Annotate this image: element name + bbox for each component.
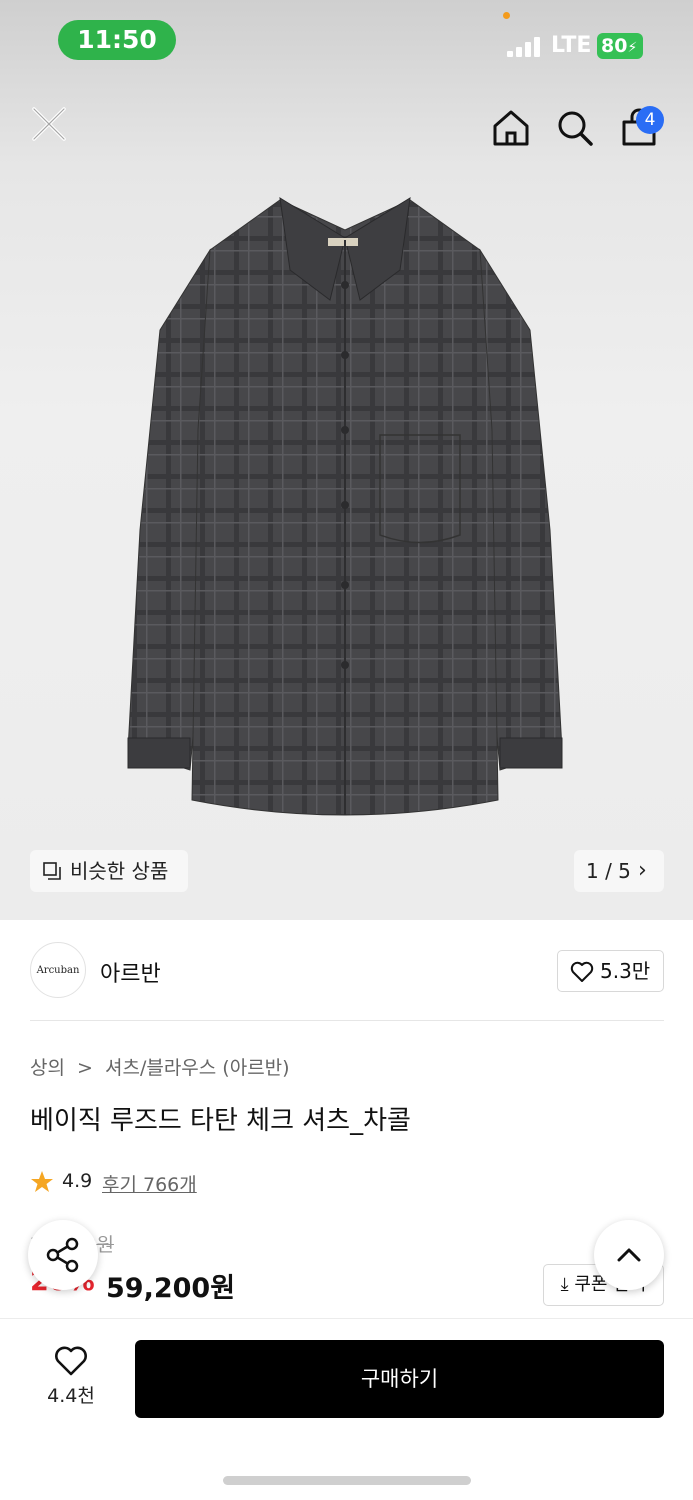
network-label: LTE bbox=[551, 33, 592, 58]
image-pager[interactable]: 1 / 5 › bbox=[574, 850, 664, 892]
similar-items-icon bbox=[43, 862, 61, 880]
top-bar bbox=[0, 95, 693, 165]
status-bar: 11:50 LTE 80⚡ bbox=[0, 0, 693, 80]
buy-button[interactable]: 구매하기 bbox=[135, 1340, 664, 1418]
search-icon[interactable] bbox=[554, 107, 596, 149]
divider bbox=[30, 1020, 664, 1021]
share-button[interactable] bbox=[28, 1220, 98, 1290]
chevron-up-icon bbox=[617, 1248, 641, 1262]
image-pager-label: 1 / 5 bbox=[586, 859, 631, 883]
breadcrumb: 상의 > 셔츠/블라우스 (아르반) bbox=[30, 1053, 296, 1080]
product-gallery[interactable]: 11:50 LTE 80⚡ 4 비슷한 상품 1 / 5 › bbox=[0, 0, 693, 920]
brand-like-button[interactable]: 5.3만 bbox=[557, 950, 664, 992]
rating-value: 4.9 bbox=[62, 1170, 93, 1192]
home-icon[interactable] bbox=[490, 107, 532, 149]
privacy-indicator bbox=[503, 12, 510, 19]
similar-products-button[interactable]: 비슷한 상품 bbox=[30, 850, 188, 892]
breadcrumb-subcategory[interactable]: 셔츠/블라우스 (아르반) bbox=[105, 1057, 290, 1079]
breadcrumb-separator: > bbox=[77, 1057, 93, 1079]
brand-logo[interactable]: Arcuban bbox=[30, 942, 86, 998]
home-indicator[interactable] bbox=[223, 1476, 471, 1485]
heart-icon bbox=[55, 1346, 87, 1376]
brand-row: Arcuban 아르반 5.3만 bbox=[0, 930, 693, 1020]
scroll-to-top-button[interactable] bbox=[594, 1220, 664, 1290]
signal-icon bbox=[507, 37, 543, 57]
close-icon[interactable] bbox=[28, 103, 70, 145]
wishlist-count: 4.4천 bbox=[47, 1385, 95, 1407]
sale-price: 59,200원 bbox=[106, 1273, 236, 1304]
product-title: 베이직 루즈드 타탄 체크 셔츠_차콜 bbox=[30, 1106, 411, 1136]
battery-icon: 80⚡ bbox=[597, 33, 643, 59]
share-icon bbox=[46, 1237, 79, 1273]
breadcrumb-category[interactable]: 상의 bbox=[30, 1057, 65, 1079]
bottom-action-bar: 4.4천 구매하기 bbox=[0, 1318, 693, 1500]
chevron-right-icon: › bbox=[638, 858, 647, 883]
star-icon bbox=[31, 1171, 53, 1192]
cart-count-badge: 4 bbox=[636, 106, 664, 134]
wishlist-button[interactable]: 4.4천 bbox=[38, 1345, 104, 1415]
brand-like-count: 5.3만 bbox=[600, 959, 651, 983]
similar-products-label: 비슷한 상품 bbox=[70, 859, 169, 883]
battery-level: 80 bbox=[601, 35, 628, 57]
product-image bbox=[127, 197, 563, 816]
heart-icon bbox=[570, 961, 594, 982]
brand-name[interactable]: 아르반 bbox=[100, 956, 161, 988]
status-time: 11:50 bbox=[58, 20, 176, 60]
review-count-link[interactable]: 후기 766개 bbox=[102, 1170, 197, 1197]
